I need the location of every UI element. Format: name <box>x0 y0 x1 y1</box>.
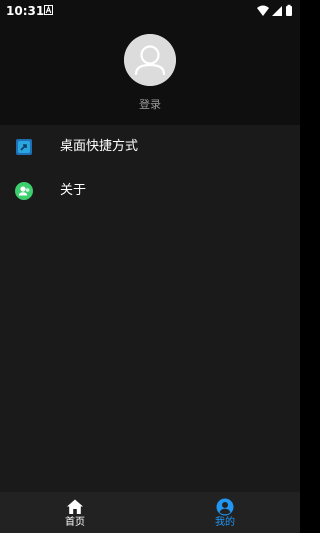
settings-menu: 桌面快捷方式 关于 <box>0 125 300 213</box>
menu-item-label: 桌面快捷方式 <box>60 139 139 154</box>
bottom-navigation: 首页 我的 <box>0 492 300 533</box>
shortcut-icon <box>16 139 32 155</box>
nav-tab-mine[interactable]: 我的 <box>150 492 300 533</box>
status-bar: 10:31 <box>0 0 300 22</box>
status-icons <box>257 4 292 16</box>
about-user-icon <box>15 182 33 200</box>
menu-item-about[interactable]: 关于 <box>0 169 300 213</box>
wifi-icon <box>257 5 269 16</box>
user-avatar-icon[interactable] <box>124 34 176 86</box>
profile-icon <box>216 498 234 516</box>
profile-header: 登录 <box>0 22 300 125</box>
home-icon <box>67 499 83 514</box>
menu-item-label: 关于 <box>60 183 87 198</box>
login-link[interactable]: 登录 <box>0 96 300 112</box>
nav-tab-home[interactable]: 首页 <box>0 492 150 533</box>
status-time: 10:31 <box>6 4 45 18</box>
menu-item-desktop-shortcut[interactable]: 桌面快捷方式 <box>0 125 300 169</box>
app-screen: 10:31 登录 桌面快捷方式 关于 首页 我的 <box>0 0 300 533</box>
signal-icon <box>272 6 282 16</box>
battery-icon <box>286 4 292 16</box>
nav-tab-label: 首页 <box>65 517 85 528</box>
nav-tab-label: 我的 <box>215 517 235 528</box>
notification-icon <box>44 5 53 15</box>
